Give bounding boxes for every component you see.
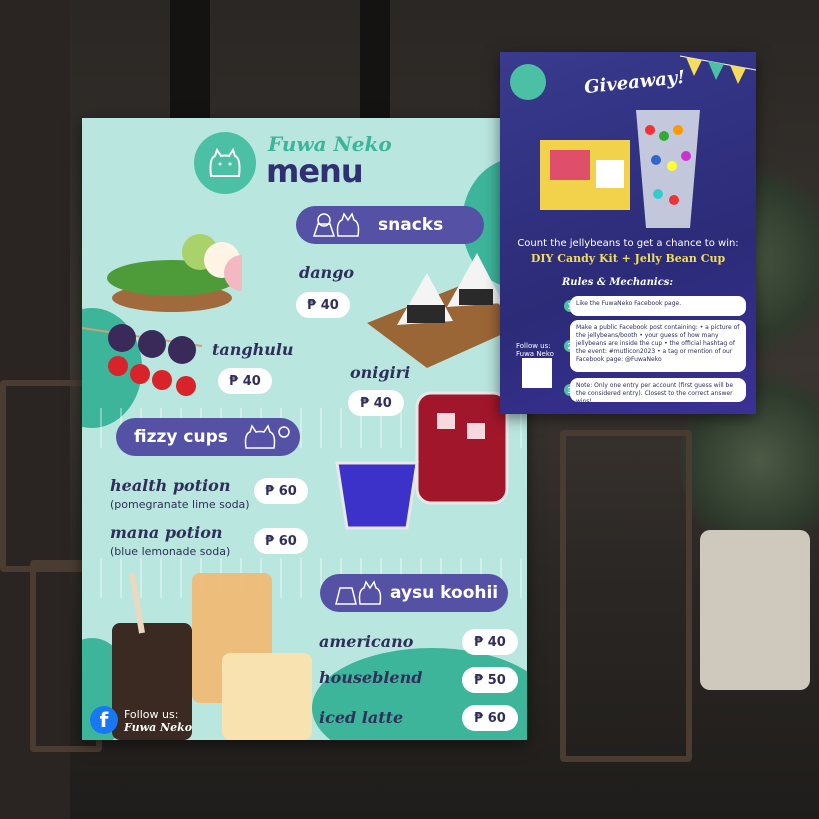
rules-title: Rules & Mechanics: [562,277,674,288]
americano-price: ₱ 40 [462,629,518,655]
tanghulu-illustration [82,324,202,396]
giveaway-poster: Giveaway! Count the jellybeans to get a … [500,52,756,414]
potion-drinks-illustration [335,391,509,530]
americano-name: americano [319,632,414,651]
dango-illustration [107,234,242,312]
rule-item: Make a public Facebook post containing: … [570,320,746,372]
page-title: menu [266,152,364,190]
follow-handle: Fuwa Neko [124,721,193,734]
giveaway-prize: DIY Candy Kit + Jelly Bean Cup [530,252,726,265]
giveaway-follow: Follow us: Fuwa Neko [516,342,554,358]
rule-item: Note: Only one entry per account (first … [570,378,746,405]
dango-name: dango [299,263,355,282]
logo-badge [510,64,546,100]
giveaway-instructions: Count the jellybeans to get a chance to … [517,238,739,249]
mana-potion-price: ₱ 60 [254,528,308,554]
tanghulu-name: tanghulu [212,340,294,359]
qr-code[interactable] [522,358,552,388]
candy-prizes-illustration [540,110,700,228]
section-label: aysu koohii [390,583,499,603]
facebook-icon[interactable]: f [90,706,118,734]
follow-label: Follow us: [516,342,551,350]
onigiri-name: onigiri [350,363,411,382]
muffin-cat-icon [312,212,360,237]
section-label: snacks [378,215,444,235]
planter-pot [700,530,810,690]
follow-us: Follow us: Fuwa Neko [124,708,192,734]
houseblend-name: houseblend [319,668,423,687]
tanghulu-price: ₱ 40 [218,368,272,394]
houseblend-price: ₱ 50 [462,667,518,693]
section-snacks: snacks [296,206,484,244]
coffee-cat-icon [335,580,382,605]
section-aysu-koohii: aysu koohii [320,574,508,612]
menu-poster: Fuwa Neko menu snacks dango ₱ 40 tanghul… [82,118,527,740]
health-potion-name: health potion [110,476,231,495]
cat-logo-icon [209,148,241,177]
mana-potion-desc: (blue lemonade soda) [110,545,231,558]
section-label: fizzy cups [134,427,228,447]
section-fizzy-cups: fizzy cups [116,418,300,456]
giveaway-title: Giveaway! [583,66,687,99]
iced-latte-price: ₱ 60 [462,705,518,731]
mana-potion-name: mana potion [110,523,223,542]
health-potion-price: ₱ 60 [254,478,308,504]
bunting-icon [680,55,756,84]
rule-item: Like the FuwaNeko Facebook page. [570,296,746,316]
iced-latte-name: iced latte [319,708,404,727]
follow-handle: Fuwa Neko [516,350,554,358]
logo [194,132,256,194]
dango-price: ₱ 40 [296,292,350,318]
follow-label: Follow us: [124,708,179,721]
health-potion-desc: (pomegranate lime soda) [110,498,250,511]
potion-cat-icon [244,424,290,449]
